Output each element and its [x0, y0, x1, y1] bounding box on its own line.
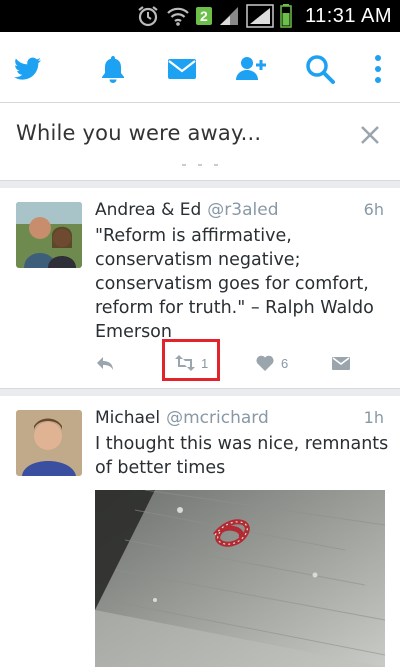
user-photo-icon [16, 410, 82, 476]
battery-icon [280, 4, 292, 28]
tweet-author-handle[interactable]: @r3aled [207, 200, 278, 220]
status-icons: 2 [136, 4, 292, 28]
envelope-icon [168, 59, 196, 79]
home-button[interactable] [10, 52, 44, 86]
user-photo-icon [16, 202, 82, 268]
reply-icon [97, 357, 113, 370]
avatar[interactable] [16, 410, 82, 476]
tweet-author-name[interactable]: Andrea & Ed [95, 200, 201, 220]
dots-separator-icon [182, 164, 218, 166]
status-bar: 2 11:31 AM [0, 0, 400, 32]
more-vert-icon [375, 55, 381, 83]
tweet-actions: 1 6 [95, 348, 385, 378]
snake-photo-icon [95, 490, 385, 667]
tweet-photo[interactable] [95, 490, 385, 667]
twitter-bird-icon [14, 57, 41, 80]
tweet-text: "Reform is affirmative, conservatism neg… [95, 226, 374, 342]
close-icon[interactable] [360, 125, 380, 145]
while-you-were-away-title: While you were away... [16, 121, 262, 145]
tweet-author-name[interactable]: Michael [95, 408, 160, 428]
avatar[interactable] [16, 202, 82, 268]
like-button[interactable]: 6 [255, 348, 288, 378]
heart-icon [256, 355, 274, 371]
tweet-text: I thought this was nice, remnants of bet… [95, 434, 389, 478]
messages-button[interactable] [165, 52, 199, 86]
wifi-icon [167, 7, 189, 26]
tweet-header: Andrea & Ed @r3aled 6h [95, 200, 384, 222]
retweet-highlight-box [162, 339, 220, 381]
add-user-button[interactable] [234, 52, 268, 86]
top-nav-bar [0, 32, 400, 103]
tweet-timestamp: 6h [363, 200, 384, 219]
signal-icon [219, 7, 238, 25]
clock: 11:31 AM [304, 5, 392, 27]
notification-badge: 2 [196, 7, 212, 25]
tweet-timestamp: 1h [363, 408, 384, 427]
while-you-were-away-card: While you were away... [0, 103, 400, 181]
tweet-header: Michael @mcrichard 1h [95, 408, 384, 430]
like-count: 6 [281, 355, 289, 371]
search-icon [306, 55, 335, 84]
more-button[interactable] [366, 52, 390, 86]
envelope-icon [332, 357, 350, 370]
direct-message-button[interactable] [331, 348, 351, 378]
tweet-author-handle[interactable]: @mcrichard [166, 408, 269, 428]
alarm-icon [138, 6, 158, 27]
signal-strong-icon [246, 4, 274, 28]
reply-button[interactable] [95, 348, 115, 378]
add-user-icon [236, 57, 266, 80]
search-button[interactable] [303, 52, 337, 86]
tweet[interactable]: Michael @mcrichard 1h I thought this was … [0, 396, 400, 667]
bell-icon [102, 56, 124, 83]
notifications-button[interactable] [96, 52, 130, 86]
